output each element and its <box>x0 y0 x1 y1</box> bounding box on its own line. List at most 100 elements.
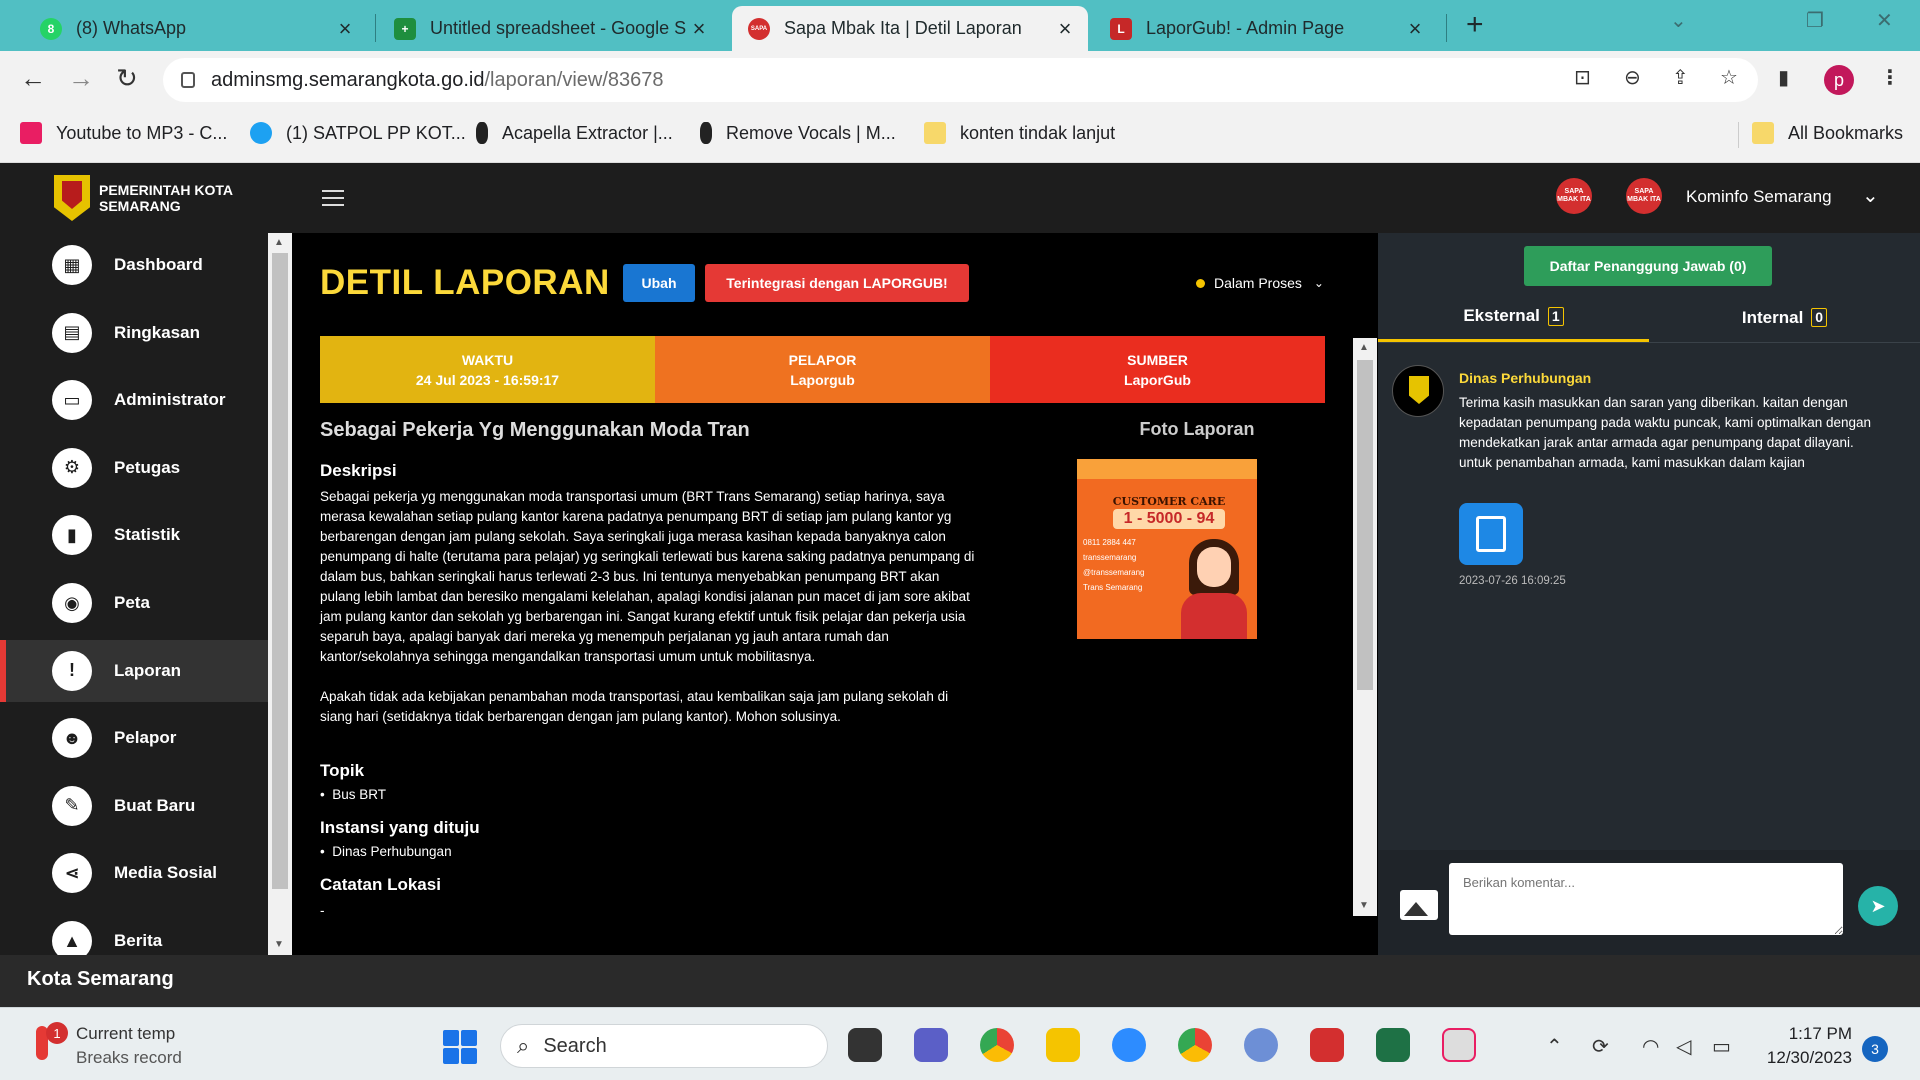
comment-input[interactable] <box>1449 863 1843 935</box>
sidebar-item-administrator[interactable]: ▭ Administrator <box>0 369 268 431</box>
sidebar-item-berita[interactable]: ▲ Berita <box>0 910 268 955</box>
taskbar-search[interactable]: ⌕ Search <box>500 1024 828 1068</box>
send-icon[interactable]: ➤ <box>1858 886 1898 926</box>
bookmark-acapella[interactable]: Acapella Extractor |... <box>476 122 673 144</box>
close-window-icon[interactable]: ✕ <box>1876 8 1893 33</box>
comment-composer: ➤ <box>1378 850 1920 955</box>
menu-icon[interactable]: ⋮ <box>1880 65 1900 90</box>
user-name[interactable]: Kominfo Semarang <box>1686 187 1832 207</box>
hamburger-icon[interactable] <box>322 190 344 211</box>
user-avatar[interactable]: SAPA MBAK ITA <box>1626 178 1662 214</box>
download-icon <box>20 122 42 144</box>
sidebar-item-label: Administrator <box>114 390 226 410</box>
tab-laporgub[interactable]: L LaporGub! - Admin Page × <box>1098 6 1438 51</box>
sidebar-item-peta[interactable]: ◉ Peta <box>0 572 268 634</box>
tab-title: (8) WhatsApp <box>76 18 187 38</box>
address-bar[interactable]: adminsmg.semarangkota.go.id/laporan/view… <box>163 58 1758 102</box>
file-explorer-icon[interactable] <box>1046 1028 1080 1062</box>
dashboard-icon: ▦ <box>52 245 92 285</box>
content-scrollbar[interactable]: ▲ ▼ <box>1353 338 1377 916</box>
zoom-icon[interactable]: ⊖ <box>1624 65 1641 90</box>
agency-list: • Dinas Perhubungan <box>320 844 452 859</box>
responsible-list-button[interactable]: Daftar Penanggung Jawab (0) <box>1524 246 1772 286</box>
status-dot-icon <box>1196 278 1205 288</box>
chevron-down-icon[interactable]: ⌄ <box>1862 183 1879 208</box>
reload-icon[interactable]: ↻ <box>116 63 138 94</box>
sidebar-item-buat-baru[interactable]: ✎ Buat Baru <box>0 775 268 837</box>
share-icon[interactable]: ⇪ <box>1672 65 1689 90</box>
tab-internal[interactable]: Internal 0 <box>1649 293 1920 342</box>
zoom-icon[interactable] <box>1112 1028 1146 1062</box>
edit-button[interactable]: Ubah <box>623 264 695 302</box>
integrated-laporgub-button[interactable]: Terintegrasi dengan LAPORGUB! <box>705 264 969 302</box>
task-view-icon[interactable] <box>848 1028 882 1062</box>
translate-icon[interactable]: ⊡ <box>1574 65 1591 90</box>
excel-icon[interactable] <box>1376 1028 1410 1062</box>
volume-icon[interactable]: ◁ <box>1676 1034 1691 1059</box>
acrobat-icon[interactable] <box>1310 1028 1344 1062</box>
sidebar-item-media-sosial[interactable]: ⋖ Media Sosial <box>0 842 268 904</box>
sidebar-item-label: Peta <box>114 593 150 612</box>
chrome-profile-icon[interactable] <box>1178 1028 1212 1062</box>
notification-badge[interactable]: 3 <box>1862 1036 1888 1062</box>
forward-icon[interactable]: → <box>68 63 94 94</box>
wifi-icon[interactable]: ◠ <box>1642 1034 1659 1059</box>
snipping-tool-icon[interactable] <box>1442 1028 1476 1062</box>
chrome-icon[interactable] <box>980 1028 1014 1062</box>
image-upload-icon[interactable] <box>1400 890 1438 920</box>
tab-title: Untitled spreadsheet - Google S <box>430 18 687 38</box>
sidebar-item-statistik[interactable]: ▮ Statistik <box>0 504 268 566</box>
app-icon[interactable] <box>1244 1028 1278 1062</box>
sapa-mbak-ita-logo[interactable]: SAPA MBAK ITA <box>1556 178 1592 214</box>
star-icon[interactable]: ☆ <box>1720 65 1738 90</box>
chevron-up-icon[interactable]: ⌃ <box>1546 1034 1563 1059</box>
report-title: Sebagai Pekerja Yg Menggunakan Moda Tran <box>320 419 750 441</box>
bookmark-konten[interactable]: konten tindak lanjut <box>924 122 1115 144</box>
footer-text: Kota Semarang <box>27 968 174 990</box>
teams-icon[interactable] <box>914 1028 948 1062</box>
report-photo[interactable]: CUSTOMER CARE 1 - 5000 - 94 0811 2884 44… <box>1077 459 1257 639</box>
side-panel-icon[interactable]: ▮ <box>1778 65 1789 90</box>
sapa-icon: SAPA <box>748 17 770 40</box>
comment-text: Terima kasih masukkan dan saran yang dib… <box>1459 395 1872 470</box>
bookmark-satpol[interactable]: (1) SATPOL PP KOT... <box>250 122 466 144</box>
attachment-document-icon[interactable] <box>1459 503 1523 565</box>
customer-care-illustration <box>1181 539 1247 639</box>
profile-avatar[interactable]: p <box>1824 65 1854 95</box>
lock-icon <box>181 72 195 88</box>
sidebar-item-pelapor[interactable]: ☻ Pelapor <box>0 707 268 769</box>
bookmark-remove-vocals[interactable]: Remove Vocals | M... <box>700 122 896 144</box>
sidebar-item-laporan[interactable]: ! Laporan <box>0 639 268 702</box>
close-icon[interactable]: × <box>688 16 710 42</box>
back-icon[interactable]: ← <box>20 63 46 94</box>
tab-detil-laporan[interactable]: SAPA Sapa Mbak Ita | Detil Laporan × <box>732 6 1088 51</box>
close-icon[interactable]: × <box>1404 16 1426 42</box>
sidebar-item-dashboard[interactable]: ▦ Dashboard <box>0 234 268 296</box>
restore-icon[interactable]: ❐ <box>1806 8 1824 33</box>
windows-start-icon[interactable] <box>443 1030 477 1064</box>
tab-spreadsheet[interactable]: + Untitled spreadsheet - Google S × <box>382 6 722 51</box>
microphone-icon <box>700 122 712 144</box>
sidebar-item-petugas[interactable]: ⚙ Petugas <box>0 437 268 499</box>
clock[interactable]: 1:17 PM 12/30/2023 <box>1748 1022 1852 1070</box>
news-icon: ▲ <box>52 921 92 955</box>
battery-icon[interactable]: ▭ <box>1712 1034 1731 1059</box>
new-tab-icon[interactable]: + <box>1466 8 1484 42</box>
all-bookmarks[interactable]: All Bookmarks <box>1752 122 1903 144</box>
sync-icon[interactable]: ⟳ <box>1592 1034 1609 1059</box>
sidebar-item-label: Buat Baru <box>114 795 196 815</box>
sidebar-scrollbar[interactable]: ▲ ▼ <box>268 233 292 955</box>
tab-whatsapp[interactable]: 8 (8) WhatsApp × <box>28 6 368 51</box>
comment-author: Dinas Perhubungan <box>1459 370 1592 386</box>
close-icon[interactable]: × <box>1054 16 1076 42</box>
tab-title: Sapa Mbak Ita | Detil Laporan <box>784 18 1022 38</box>
status-dropdown[interactable]: Dalam Proses ⌄ <box>1196 275 1324 291</box>
sidebar-item-ringkasan[interactable]: ▤ Ringkasan <box>0 302 268 364</box>
tab-external[interactable]: Eksternal 1 <box>1378 293 1649 342</box>
close-icon[interactable]: × <box>334 16 356 42</box>
agency-heading: Instansi yang dituju <box>320 818 480 837</box>
sidebar: ▦ Dashboard ▤ Ringkasan ▭ Administrator ⚙ Petug… <box>0 233 268 955</box>
info-row: WAKTU 24 Jul 2023 - 16:59:17 PELAPOR Lap… <box>320 336 1325 403</box>
chevron-down-icon[interactable]: ⌄ <box>1670 8 1687 33</box>
bookmark-youtube-mp3[interactable]: Youtube to MP3 - C... <box>20 122 227 144</box>
